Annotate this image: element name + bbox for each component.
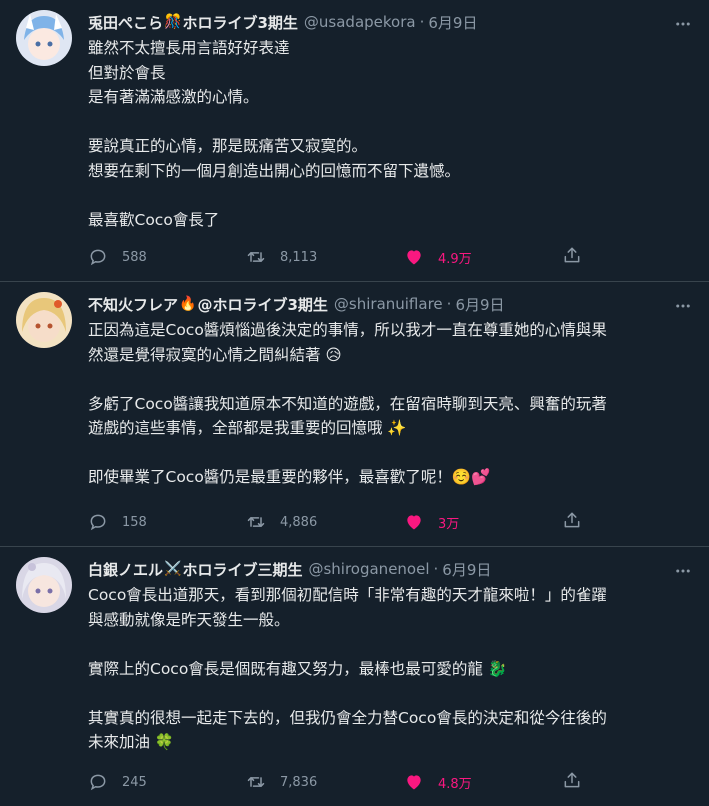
retweet-button[interactable]: 8,113 xyxy=(246,247,404,267)
badge-emoji: ⚔️ xyxy=(164,561,182,577)
tweet-line: 最喜歡Coco會長了 xyxy=(88,210,220,229)
tweet-actions: 588 8,113 4.9万 xyxy=(88,245,609,269)
avatar[interactable] xyxy=(16,557,72,613)
like-count: 4.9万 xyxy=(438,251,472,267)
tweet-line: 然還是覺得寂寞的心情之間糾結著 😥 xyxy=(88,345,342,364)
tweet-line: 實際上的Coco會長是個既有趣又努力，最棒也最可愛的龍 🐉 xyxy=(88,659,508,678)
badge-emoji: 🔥 xyxy=(179,296,197,312)
separator: · xyxy=(446,295,452,313)
tweet-date[interactable]: 6月9日 xyxy=(442,559,491,580)
reply-icon xyxy=(90,514,106,531)
display-name-suffix[interactable]: @ホロライブ3期生 xyxy=(197,294,327,315)
tweet[interactable]: 白銀ノエル ⚔️ ホロライブ三期生 @shiroganenoel · 6月9日 … xyxy=(0,547,709,806)
display-name[interactable]: 兎田ぺこら xyxy=(88,12,163,33)
reply-button[interactable]: 158 xyxy=(88,512,246,532)
share-icon xyxy=(564,772,580,788)
tweet-line: 要說真正的心情，那是既痛苦又寂寞的。 xyxy=(88,137,368,155)
heart-icon xyxy=(407,515,421,530)
tweet-line: 是有著滿滿感激的心情。 xyxy=(88,88,259,106)
share-button[interactable] xyxy=(562,510,586,534)
retweet-icon xyxy=(247,252,265,262)
reply-count: 158 xyxy=(122,514,147,530)
avatar[interactable] xyxy=(16,292,72,348)
like-button[interactable]: 4.8万 xyxy=(404,772,562,792)
tweet-text: 正因為這是Coco醬煩惱過後決定的事情，所以我才一直在尊重她的心情與果 然還是覺… xyxy=(88,318,693,490)
reply-icon xyxy=(90,774,106,791)
tweet-line: 與感動就像是昨天發生一般。 xyxy=(88,610,290,629)
badge-emoji: 🎊 xyxy=(164,14,182,30)
like-button[interactable]: 4.9万 xyxy=(404,247,562,267)
handle[interactable]: @shiranuiflare xyxy=(334,295,443,313)
tweet-line: 想要在剩下的一個月創造出開心的回憶而不留下遺憾。 xyxy=(88,161,461,180)
tweet-line: 遊戲的這些事情，全部都是我重要的回憶哦 ✨ xyxy=(88,419,407,437)
reply-button[interactable]: 588 xyxy=(88,247,246,267)
tweet-actions: 158 4,886 3万 xyxy=(88,510,609,534)
tweet-line: 多虧了Coco醬讓我知道原本不知道的遊戲，在留宿時聊到天亮、興奮的玩著 xyxy=(88,394,607,413)
avatar[interactable] xyxy=(16,10,72,66)
reply-count: 245 xyxy=(122,774,147,790)
display-name[interactable]: 白銀ノエル xyxy=(88,559,163,580)
retweet-icon xyxy=(247,517,265,527)
tweet-line: 未來加油 🍀 xyxy=(88,733,175,751)
reply-count: 588 xyxy=(122,249,147,265)
more-options-icon[interactable] xyxy=(673,561,693,581)
tweet-line: Coco會長出道那天，看到那個初配信時「非常有趣的天才龍來啦！」的雀躍 xyxy=(88,586,607,604)
retweet-icon xyxy=(247,777,265,787)
tweet-text: Coco會長出道那天，看到那個初配信時「非常有趣的天才龍來啦！」的雀躍 與感動就… xyxy=(88,583,693,755)
tweet-date[interactable]: 6月9日 xyxy=(455,294,504,315)
retweet-count: 8,113 xyxy=(280,249,318,265)
tweet-line: 但對於會長 xyxy=(88,63,166,82)
tweet-line: 雖然不太擅長用言語好好表達 xyxy=(88,39,290,57)
tweet-actions: 245 7,836 4.8万 xyxy=(88,770,609,794)
tweet-date[interactable]: 6月9日 xyxy=(428,12,477,33)
like-count: 3万 xyxy=(438,516,460,532)
like-count: 4.8万 xyxy=(438,776,472,792)
retweet-button[interactable]: 4,886 xyxy=(246,512,404,532)
more-options-icon[interactable] xyxy=(673,296,693,316)
handle[interactable]: @shiroganenoel xyxy=(308,560,429,578)
reply-icon xyxy=(90,249,106,266)
heart-icon xyxy=(407,250,421,265)
tweet[interactable]: 不知火フレア 🔥 @ホロライブ3期生 @shiranuiflare · 6月9日… xyxy=(0,282,709,547)
display-name-suffix[interactable]: ホロライブ三期生 xyxy=(182,559,302,580)
tweet-line: 正因為這是Coco醬煩惱過後決定的事情，所以我才一直在尊重她的心情與果 xyxy=(88,321,607,339)
handle[interactable]: @usadapekora xyxy=(304,13,416,31)
tweet-text: 雖然不太擅長用言語好好表達 但對於會長 是有著滿滿感激的心情。 要說真正的心情，… xyxy=(88,36,693,232)
separator: · xyxy=(433,560,439,578)
like-button[interactable]: 3万 xyxy=(404,512,562,532)
share-icon xyxy=(564,512,580,528)
display-name-suffix[interactable]: ホロライブ3期生 xyxy=(182,12,297,33)
more-options-icon[interactable] xyxy=(673,14,693,34)
share-button[interactable] xyxy=(562,770,586,794)
tweet[interactable]: 兎田ぺこら 🎊 ホロライブ3期生 @usadapekora · 6月9日 雖然不… xyxy=(0,0,709,282)
retweet-button[interactable]: 7,836 xyxy=(246,772,404,792)
retweet-count: 7,836 xyxy=(280,774,318,790)
separator: · xyxy=(419,13,425,31)
tweet-line: 其實真的很想一起走下去的，但我仍會全力替Coco會長的決定和從今往後的 xyxy=(88,708,607,727)
share-icon xyxy=(564,247,580,263)
heart-icon xyxy=(407,775,421,790)
tweet-line: 即使畢業了Coco醬仍是最重要的夥伴，最喜歡了呢！☺️💕 xyxy=(88,468,491,486)
share-button[interactable] xyxy=(562,245,586,269)
reply-button[interactable]: 245 xyxy=(88,772,246,792)
display-name[interactable]: 不知火フレア xyxy=(88,294,178,315)
retweet-count: 4,886 xyxy=(280,514,318,530)
